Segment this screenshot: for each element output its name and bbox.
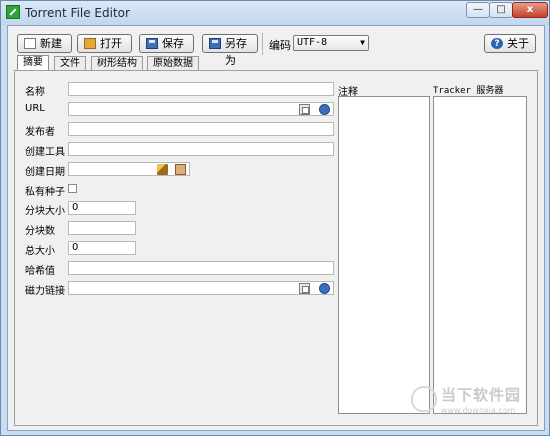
tab-files[interactable]: 文件 [54, 56, 86, 70]
publisher-field[interactable] [68, 122, 334, 136]
created-by-field[interactable] [68, 142, 334, 156]
name-label: 名称 [25, 87, 45, 98]
folder-icon [84, 38, 96, 49]
creation-date-field[interactable] [68, 162, 190, 176]
minimize-icon: — [473, 4, 483, 15]
magnet-label: 磁力链接 [25, 286, 65, 297]
private-checkbox[interactable] [68, 184, 77, 193]
watermark-url: www.downxia.com [441, 406, 516, 415]
new-file-icon [24, 38, 36, 49]
trackers-list[interactable] [433, 96, 527, 414]
calendar-icon[interactable] [175, 164, 186, 175]
about-button-label: 关于 [507, 37, 529, 50]
maximize-button[interactable]: □ [489, 2, 513, 18]
dropdown-arrow-icon: ▼ [360, 38, 365, 47]
watermark-text: 当下软件园 [441, 386, 522, 404]
piece-count-label: 分块数 [25, 226, 55, 237]
watermark: 当下软件园 www.downxia.com [411, 384, 535, 424]
url-open-icon[interactable] [319, 104, 330, 115]
save-as-button[interactable]: 另存为 [202, 34, 258, 67]
tab-raw-data[interactable]: 原始数据 [147, 56, 199, 70]
app-window: Torrent File Editor — □ x 新建 打开 保存 另存为 编… [0, 0, 550, 436]
created-by-label: 创建工具 [25, 147, 65, 158]
total-size-label: 总大小 [25, 246, 55, 257]
piece-size-field[interactable]: 0 [68, 201, 136, 215]
clear-broom-icon[interactable] [157, 164, 168, 175]
magnet-copy-icon[interactable] [299, 283, 310, 294]
tab-tree[interactable]: 树形结构 [91, 56, 143, 70]
client-area: 新建 打开 保存 另存为 编码 UTF-8 ▼ ? 关于 摘要 文件 树形结构 … [7, 25, 545, 431]
close-button[interactable]: x [512, 2, 548, 18]
tab-summary[interactable]: 摘要 [17, 55, 49, 71]
about-button[interactable]: ? 关于 [484, 34, 536, 53]
help-icon: ? [491, 38, 503, 49]
app-logo-icon [6, 5, 20, 19]
new-button-label: 新建 [40, 37, 62, 50]
new-button[interactable]: 新建 [17, 34, 72, 53]
title-bar[interactable]: Torrent File Editor — □ x [1, 1, 549, 25]
piece-count-field[interactable] [68, 221, 136, 235]
url-label: URL [25, 103, 45, 114]
save-button[interactable]: 保存 [139, 34, 194, 53]
window-title: Torrent File Editor [25, 6, 130, 20]
save-disk-icon [146, 38, 158, 49]
encoding-label: 编码 [269, 39, 291, 52]
summary-panel: 名称 URL 发布者 创建工具 创建日期 私有种子 分块大小 0 分块数 总大小… [14, 70, 538, 426]
private-label: 私有种子 [25, 187, 65, 198]
trackers-label: Tracker 服务器 [433, 86, 504, 96]
creation-date-label: 创建日期 [25, 167, 65, 178]
watermark-logo-icon [411, 386, 437, 412]
name-field[interactable] [68, 82, 334, 96]
magnet-open-icon[interactable] [319, 283, 330, 294]
hash-label: 哈希值 [25, 266, 55, 277]
save-as-button-label: 另存为 [225, 37, 247, 67]
total-size-field[interactable]: 0 [68, 241, 136, 255]
save-button-label: 保存 [162, 37, 184, 50]
open-button-label: 打开 [100, 37, 122, 50]
save-as-disk-icon [209, 38, 221, 49]
encoding-value: UTF-8 [297, 37, 328, 48]
minimize-button[interactable]: — [466, 2, 490, 18]
toolbar-separator [262, 33, 263, 55]
hash-field[interactable] [68, 261, 334, 275]
open-button[interactable]: 打开 [77, 34, 132, 53]
magnet-field[interactable] [68, 281, 334, 295]
comment-textarea[interactable] [338, 96, 430, 414]
publisher-label: 发布者 [25, 127, 55, 138]
encoding-select[interactable]: UTF-8 ▼ [293, 35, 369, 51]
maximize-icon: □ [496, 4, 506, 15]
url-field[interactable] [68, 102, 334, 116]
piece-size-label: 分块大小 [25, 206, 65, 217]
url-copy-icon[interactable] [299, 104, 310, 115]
